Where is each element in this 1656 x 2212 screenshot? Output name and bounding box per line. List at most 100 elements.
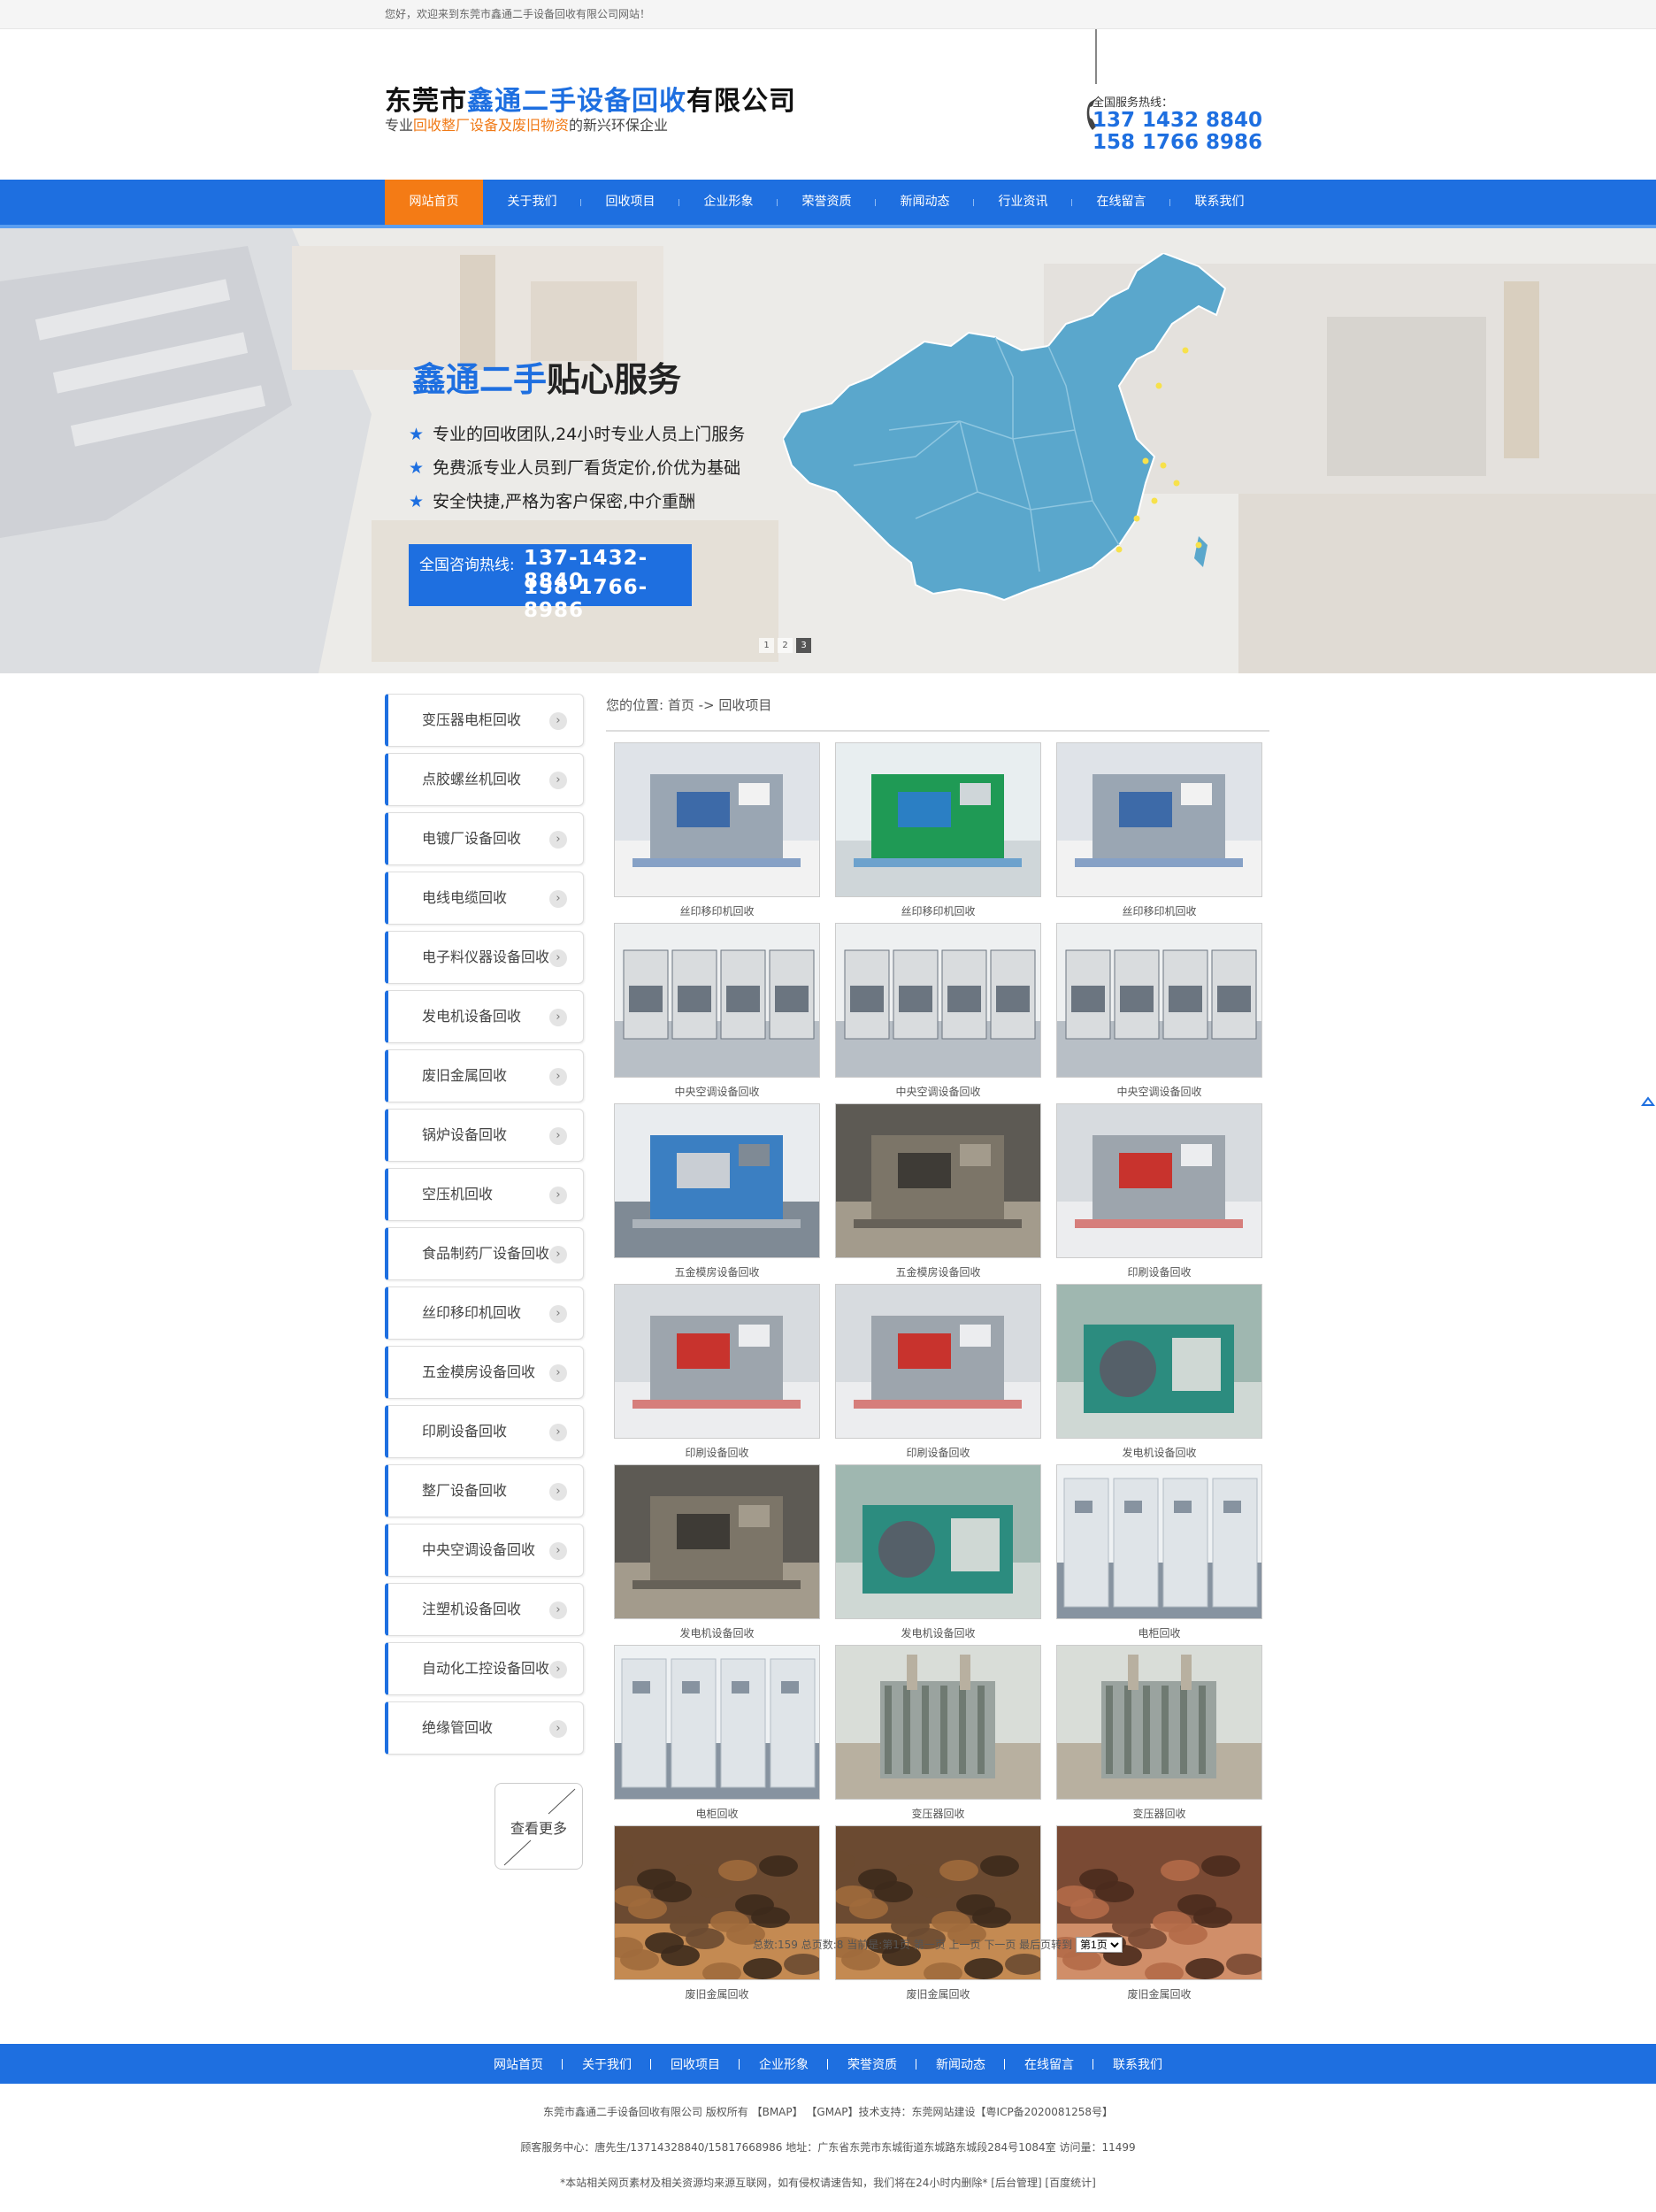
product-image[interactable] <box>835 1284 1041 1439</box>
sidebar-item[interactable]: 印刷设备回收 › <box>385 1405 584 1458</box>
product-image[interactable] <box>835 1103 1041 1258</box>
view-more-button[interactable]: 查看更多 <box>494 1783 583 1870</box>
product-image[interactable] <box>614 1103 820 1258</box>
product-caption[interactable]: 中央空调设备回收 <box>614 1084 820 1099</box>
product-card[interactable]: 电柜回收 <box>614 1645 820 1822</box>
sidebar-item[interactable]: 绝缘管回收 › <box>385 1701 584 1755</box>
product-image[interactable] <box>835 923 1041 1078</box>
product-card[interactable]: 废旧金属回收 <box>835 1825 1041 2002</box>
product-card[interactable]: 印刷设备回收 <box>614 1284 820 1461</box>
banner-dot[interactable]: 2 <box>778 638 793 653</box>
product-card[interactable]: 丝印移印机回收 <box>1056 742 1262 919</box>
nav-item[interactable]: 回收项目 <box>581 180 679 225</box>
sidebar-item[interactable]: 注塑机设备回收 › <box>385 1583 584 1636</box>
product-card[interactable]: 印刷设备回收 <box>835 1284 1041 1461</box>
chat-icon[interactable] <box>1641 1094 1656 1110</box>
product-caption[interactable]: 废旧金属回收 <box>614 1986 820 2001</box>
product-card[interactable]: 废旧金属回收 <box>614 1825 820 2002</box>
product-card[interactable]: 发电机设备回收 <box>1056 1284 1262 1461</box>
banner-dot[interactable]: 3 <box>796 638 811 653</box>
product-card[interactable]: 废旧金属回收 <box>1056 1825 1262 2002</box>
nav-item[interactable]: 行业资讯 <box>974 180 1072 225</box>
sidebar-item[interactable]: 点胶螺丝机回收 › <box>385 753 584 806</box>
product-image[interactable] <box>1056 923 1262 1078</box>
product-image[interactable] <box>835 1645 1041 1800</box>
product-image[interactable] <box>614 923 820 1078</box>
product-card[interactable]: 丝印移印机回收 <box>614 742 820 919</box>
company-title[interactable]: 东莞市鑫通二手设备回收有限公司 <box>385 79 796 118</box>
banner-hotline-box[interactable]: 全国咨询热线: 137-1432-8840 158-1766-8986 <box>409 544 692 622</box>
footer-nav-item[interactable]: 回收项目 <box>651 2055 740 2073</box>
page-select[interactable]: 第1页 <box>1076 1937 1123 1953</box>
product-image[interactable] <box>1056 1464 1262 1619</box>
product-card[interactable]: 发电机设备回收 <box>614 1464 820 1641</box>
product-image[interactable] <box>835 1825 1041 1980</box>
sidebar-item[interactable]: 丝印移印机回收 › <box>385 1286 584 1340</box>
footer-nav-item[interactable]: 联系我们 <box>1093 2055 1182 2073</box>
product-card[interactable]: 变压器回收 <box>1056 1645 1262 1822</box>
product-caption[interactable]: 变压器回收 <box>835 1806 1041 1821</box>
product-caption[interactable]: 印刷设备回收 <box>1056 1264 1262 1279</box>
nav-item[interactable]: 在线留言 <box>1072 180 1170 225</box>
nav-item[interactable]: 网站首页 <box>385 180 483 225</box>
product-card[interactable]: 印刷设备回收 <box>1056 1103 1262 1280</box>
breadcrumb-current[interactable]: 回收项目 <box>718 697 771 713</box>
sidebar-item[interactable]: 整厂设备回收 › <box>385 1464 584 1517</box>
sidebar-item[interactable]: 废旧金属回收 › <box>385 1049 584 1102</box>
product-caption[interactable]: 电柜回收 <box>1056 1625 1262 1640</box>
sidebar-item[interactable]: 发电机设备回收 › <box>385 990 584 1043</box>
product-card[interactable]: 丝印移印机回收 <box>835 742 1041 919</box>
footer-nav-item[interactable]: 网站首页 <box>474 2055 563 2073</box>
pagination-info[interactable]: 总数:159 总页数:8 当前是:第1页 第一页 上一页 下一页 最后页转到 <box>753 1939 1072 1951</box>
footer-nav-item[interactable]: 新闻动态 <box>916 2055 1005 2073</box>
hotline-phone-1[interactable]: 137 1432 8840 <box>1092 110 1262 132</box>
breadcrumb-home-link[interactable]: 首页 <box>668 697 694 713</box>
product-image[interactable] <box>1056 1284 1262 1439</box>
sidebar-item[interactable]: 中央空调设备回收 › <box>385 1524 584 1577</box>
product-image[interactable] <box>835 742 1041 897</box>
product-caption[interactable]: 发电机设备回收 <box>835 1625 1041 1640</box>
product-caption[interactable]: 丝印移印机回收 <box>614 903 820 918</box>
sidebar-item[interactable]: 锅炉设备回收 › <box>385 1109 584 1162</box>
hotline-phone-2[interactable]: 158 1766 8986 <box>1092 132 1262 154</box>
product-caption[interactable]: 丝印移印机回收 <box>1056 903 1262 918</box>
product-card[interactable]: 变压器回收 <box>835 1645 1041 1822</box>
product-image[interactable] <box>614 742 820 897</box>
product-caption[interactable]: 五金模房设备回收 <box>835 1264 1041 1279</box>
nav-item[interactable]: 联系我们 <box>1170 180 1269 225</box>
product-caption[interactable]: 五金模房设备回收 <box>614 1264 820 1279</box>
product-caption[interactable]: 废旧金属回收 <box>835 1986 1041 2001</box>
product-image[interactable] <box>614 1645 820 1800</box>
product-card[interactable]: 电柜回收 <box>1056 1464 1262 1641</box>
footer-nav-item[interactable]: 在线留言 <box>1005 2055 1093 2073</box>
nav-item[interactable]: 荣誉资质 <box>778 180 876 225</box>
footer-nav-item[interactable]: 荣誉资质 <box>828 2055 916 2073</box>
product-card[interactable]: 发电机设备回收 <box>835 1464 1041 1641</box>
sidebar-item[interactable]: 自动化工控设备回收 › <box>385 1642 584 1695</box>
product-image[interactable] <box>1056 1645 1262 1800</box>
product-card[interactable]: 五金模房设备回收 <box>835 1103 1041 1280</box>
product-caption[interactable]: 中央空调设备回收 <box>1056 1084 1262 1099</box>
product-caption[interactable]: 印刷设备回收 <box>614 1445 820 1460</box>
product-card[interactable]: 中央空调设备回收 <box>614 923 820 1100</box>
product-caption[interactable]: 电柜回收 <box>614 1806 820 1821</box>
product-caption[interactable]: 丝印移印机回收 <box>835 903 1041 918</box>
sidebar-item[interactable]: 空压机回收 › <box>385 1168 584 1221</box>
product-image[interactable] <box>1056 742 1262 897</box>
sidebar-item[interactable]: 电子料仪器设备回收 › <box>385 931 584 984</box>
product-card[interactable]: 中央空调设备回收 <box>835 923 1041 1100</box>
sidebar-item[interactable]: 电线电缆回收 › <box>385 872 584 925</box>
product-caption[interactable]: 废旧金属回收 <box>1056 1986 1262 2001</box>
nav-item[interactable]: 新闻动态 <box>876 180 974 225</box>
product-card[interactable]: 中央空调设备回收 <box>1056 923 1262 1100</box>
sidebar-item[interactable]: 变压器电柜回收 › <box>385 694 584 747</box>
product-caption[interactable]: 发电机设备回收 <box>614 1625 820 1640</box>
product-card[interactable]: 五金模房设备回收 <box>614 1103 820 1280</box>
product-image[interactable] <box>835 1464 1041 1619</box>
product-caption[interactable]: 变压器回收 <box>1056 1806 1262 1821</box>
nav-item[interactable]: 企业形象 <box>679 180 778 225</box>
footer-nav-item[interactable]: 企业形象 <box>740 2055 828 2073</box>
sidebar-item[interactable]: 电镀厂设备回收 › <box>385 812 584 865</box>
product-image[interactable] <box>1056 1103 1262 1258</box>
nav-item[interactable]: 关于我们 <box>483 180 581 225</box>
